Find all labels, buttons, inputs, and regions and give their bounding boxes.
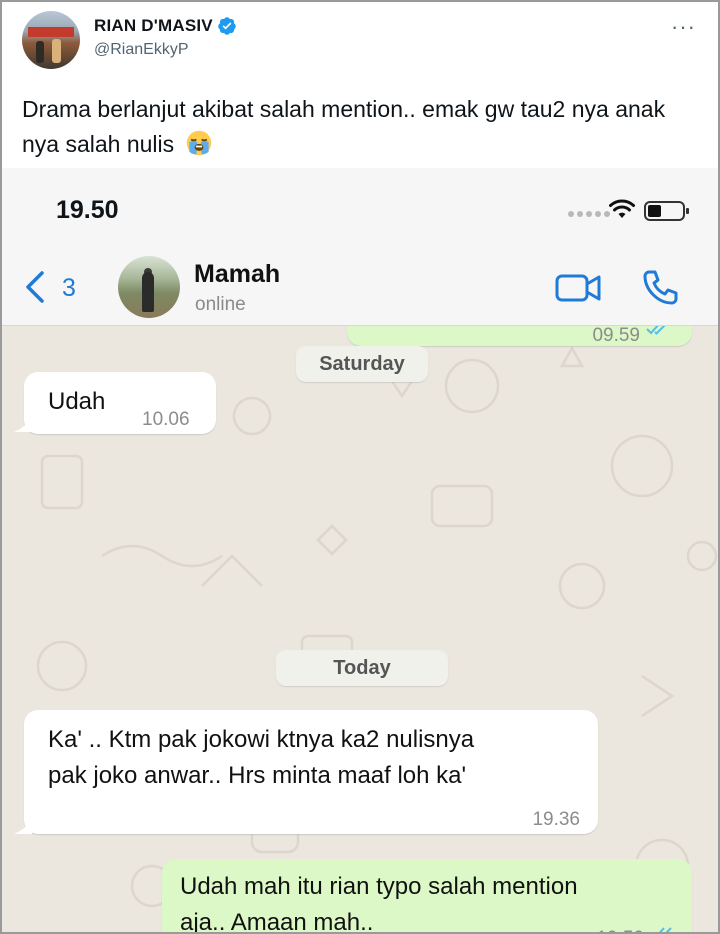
screenshot-frame: RIAN D'MASIV @RianEkkyP ··· Drama berlan… xyxy=(0,0,720,934)
tweet-card: RIAN D'MASIV @RianEkkyP ··· Drama berlan… xyxy=(2,2,718,168)
incoming-message[interactable]: Udah 10.06 xyxy=(24,372,216,434)
wifi-icon xyxy=(609,199,635,218)
message-time: 19.50 xyxy=(596,921,644,932)
author-name[interactable]: RIAN D'MASIV xyxy=(94,16,213,36)
tweet-text-body: Drama berlanjut akibat salah mention.. e… xyxy=(22,96,666,157)
author-name-row[interactable]: RIAN D'MASIV xyxy=(94,16,237,36)
tweet-text: Drama berlanjut akibat salah mention.. e… xyxy=(22,92,702,162)
status-bar: 19.50 xyxy=(2,168,718,248)
message-time: 09.59 xyxy=(592,326,640,346)
contact-name[interactable]: Mamah xyxy=(194,260,280,289)
author-handle[interactable]: @RianEkkyP xyxy=(94,41,189,59)
more-options-icon[interactable]: ··· xyxy=(671,14,696,40)
contact-avatar[interactable] xyxy=(118,256,180,318)
video-call-icon[interactable] xyxy=(555,272,601,304)
message-text-line-2: pak joko anwar.. Hrs minta maaf loh ka' xyxy=(48,762,467,789)
message-time: 19.36 xyxy=(532,809,580,830)
author-avatar[interactable] xyxy=(22,11,80,69)
loudly-crying-face-icon xyxy=(186,130,211,156)
message-text-line-1: Ka' .. Ktm pak jokowi ktnya ka2 nulisnya xyxy=(48,726,475,753)
battery-icon xyxy=(644,201,689,221)
unread-count[interactable]: 3 xyxy=(62,274,76,303)
date-separator-saturday: Saturday xyxy=(296,346,428,382)
message-text-line-2: aja.. Amaan mah.. xyxy=(180,909,374,934)
bubble-tail xyxy=(14,418,32,432)
back-chevron-icon[interactable] xyxy=(22,270,46,304)
partial-outgoing-bubble[interactable]: 09.59 xyxy=(347,326,692,346)
chat-header: 3 Mamah online xyxy=(2,248,718,326)
message-time: 10.06 xyxy=(142,409,190,430)
status-time: 19.50 xyxy=(56,196,119,224)
chat-area[interactable]: 09.59 Saturday Udah 10.06 Today Ka' .. K… xyxy=(2,326,718,934)
incoming-message[interactable]: Ka' .. Ktm pak jokowi ktnya ka2 nulisnya… xyxy=(24,710,598,834)
read-receipt-icon xyxy=(659,927,672,932)
date-separator-today: Today xyxy=(276,650,448,686)
message-text: Udah xyxy=(48,388,106,415)
read-receipt-icon xyxy=(646,326,666,335)
message-text-line-1: Udah mah itu rian typo salah mention xyxy=(180,873,578,900)
voice-call-icon[interactable] xyxy=(640,268,680,308)
verified-badge-icon xyxy=(218,17,236,35)
signal-icon xyxy=(568,211,610,217)
whatsapp-screenshot: 19.50 3 Mamah online 09.59 Saturday Udah… xyxy=(2,168,718,934)
contact-status: online xyxy=(195,294,246,315)
outgoing-message[interactable]: Udah mah itu rian typo salah mention aja… xyxy=(162,859,692,934)
bubble-tail xyxy=(14,820,32,834)
